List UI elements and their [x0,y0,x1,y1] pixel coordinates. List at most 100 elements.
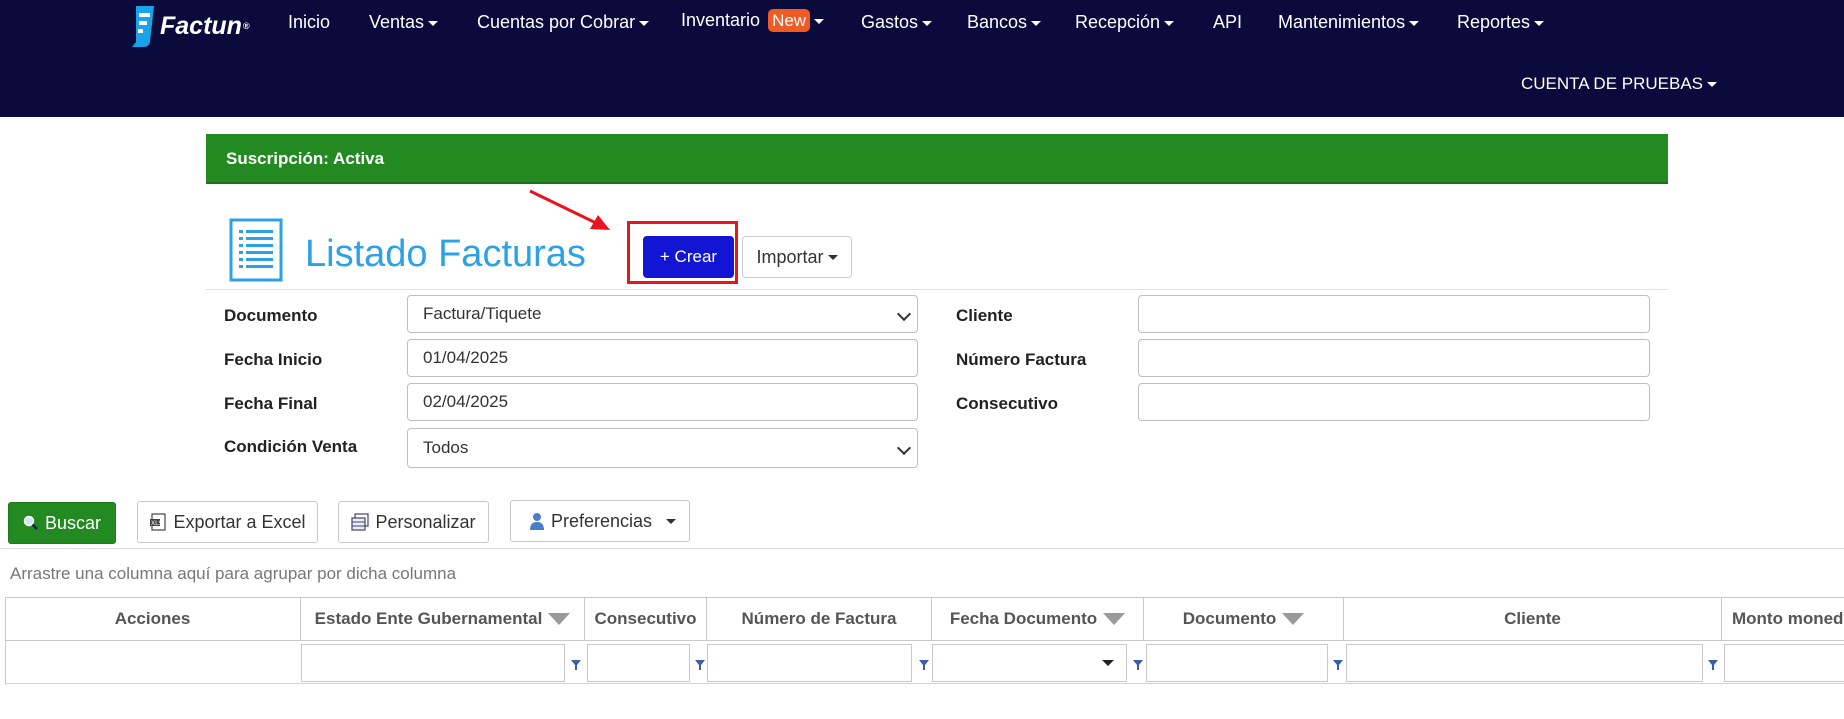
caret-down-icon[interactable] [666,519,676,524]
col-cliente[interactable]: Cliente [1344,598,1722,640]
export-excel-label: Exportar a Excel [173,511,306,532]
nav-api[interactable]: API [1213,12,1242,33]
nav-gastos-label: Gastos [861,12,919,32]
subscription-status-bar: Suscripción: Activa [206,134,1668,184]
fecha-final-value: 02/04/2025 [423,392,509,411]
caret-down-icon [1164,20,1175,26]
filter-icon[interactable] [1103,613,1126,625]
caret-down-icon [922,20,933,26]
col-documento-label: Documento [1182,609,1277,628]
caret-down-icon [1534,20,1545,26]
import-button[interactable]: Importar [742,236,852,278]
nav-reportes-label: Reportes [1457,12,1531,32]
nav-ventas[interactable]: Ventas [369,12,439,33]
filter-icon[interactable] [1133,660,1143,670]
fecha-final-input[interactable]: 02/04/2025 [407,383,918,421]
nav-bancos[interactable]: Bancos [967,12,1042,33]
fecha-inicio-label: Fecha Inicio [224,350,323,369]
page-title: Listado Facturas [305,233,586,275]
numero-factura-label: Número Factura [956,350,1087,369]
col-acciones[interactable]: Acciones [5,598,301,640]
consecutivo-input[interactable] [1138,383,1650,421]
filter-icon[interactable] [695,660,705,670]
col-consecutivo[interactable]: Consecutivo [585,598,707,640]
filter-icon[interactable] [919,660,929,670]
factun-logo-icon [132,6,154,47]
grid-filter-row [5,640,1844,684]
col-consecutivo-label: Consecutivo [594,609,697,628]
consecutivo-filter-input[interactable] [587,644,690,682]
condicion-venta-select[interactable]: Todos [407,428,918,468]
numero-factura-input[interactable] [1138,339,1650,377]
col-cliente-label: Cliente [1504,609,1561,628]
caret-down-icon [1409,20,1420,26]
cliente-label: Cliente [956,306,1013,325]
nav-bancos-label: Bancos [967,12,1028,32]
col-monto-label: Monto moned [1732,609,1844,628]
fecha-final-label: Fecha Final [224,394,318,413]
filter-icon[interactable] [1708,660,1718,670]
caret-down-icon [1707,82,1718,88]
create-button[interactable]: + Crear [643,236,734,278]
monto-filter-input[interactable] [1724,644,1844,682]
nav-recepcion[interactable]: Recepción [1075,12,1175,33]
brand-trademark: ® [242,21,250,31]
brand-name: Factun [160,11,242,40]
nav-mantenimientos[interactable]: Mantenimientos [1278,12,1420,33]
filter-icon[interactable] [1282,613,1305,625]
nav-inicio[interactable]: Inicio [288,12,330,33]
document-list-icon [229,218,283,282]
nav-cuentas-por-cobrar[interactable]: Cuentas por Cobrar [477,12,650,33]
nav-gastos[interactable]: Gastos [861,12,933,33]
caret-down-icon [1031,20,1042,26]
documento-filter-input[interactable] [1146,644,1328,682]
brand-logo[interactable]: Factun ® [130,4,250,48]
customize-label: Personalizar [375,511,476,532]
nav-reportes[interactable]: Reportes [1457,12,1545,33]
preferences-label: Preferencias [551,510,653,531]
search-button-label: Buscar [44,512,102,533]
col-estado[interactable]: Estado Ente Gubernamental [301,598,585,640]
col-fecha-documento[interactable]: Fecha Documento [932,598,1144,640]
col-monto[interactable]: Monto moned [1722,598,1844,640]
search-button[interactable]: Buscar [8,502,116,544]
col-estado-label: Estado Ente Gubernamental [314,609,543,628]
documento-select[interactable]: Factura/Tiquete [407,295,918,333]
filter-icon[interactable] [1333,660,1343,670]
caret-down-icon [428,20,439,26]
nav-cuentas-label: Cuentas por Cobrar [477,12,636,32]
nav-inventario[interactable]: Inventario New [681,9,825,32]
nav-mantenimientos-label: Mantenimientos [1278,12,1406,32]
customize-button[interactable]: Personalizar [338,501,489,543]
annotation-arrow-icon [529,189,610,230]
group-by-hint: Arrastre una columna aquí para agrupar p… [10,564,457,583]
filter-icon[interactable] [548,613,571,625]
fecha-documento-filter-select[interactable] [932,644,1127,682]
caret-down-icon [827,254,838,260]
caret-down-icon [639,20,650,26]
fecha-inicio-input[interactable]: 01/04/2025 [407,339,918,377]
col-documento[interactable]: Documento [1144,598,1344,640]
fecha-inicio-value: 01/04/2025 [423,348,509,367]
svg-text:XLS: XLS [151,520,162,527]
divider [206,289,1668,290]
filter-icon[interactable] [571,660,581,670]
cliente-input[interactable] [1138,295,1650,333]
cliente-filter-input[interactable] [1346,644,1703,682]
nav-inicio-label: Inicio [288,12,331,32]
preferences-button[interactable]: Preferencias [510,500,690,542]
new-badge: New [768,9,811,32]
col-numero-factura[interactable]: Número de Factura [707,598,932,640]
nav-inventario-label: Inventario [681,10,761,30]
consecutivo-label: Consecutivo [956,394,1059,413]
nav-recepcion-label: Recepción [1075,12,1161,32]
estado-filter-input[interactable] [301,644,565,682]
col-fecha-documento-label: Fecha Documento [949,609,1098,628]
col-acciones-label: Acciones [114,609,191,628]
export-excel-button[interactable]: XLS Exportar a Excel [137,501,318,543]
numero-factura-filter-input[interactable] [707,644,912,682]
account-menu[interactable]: CUENTA DE PRUEBAS [1521,74,1718,94]
chevron-down-icon [896,306,912,322]
user-icon [530,513,544,530]
invoice-grid: Acciones Estado Ente Gubernamental Conse… [5,597,1844,686]
